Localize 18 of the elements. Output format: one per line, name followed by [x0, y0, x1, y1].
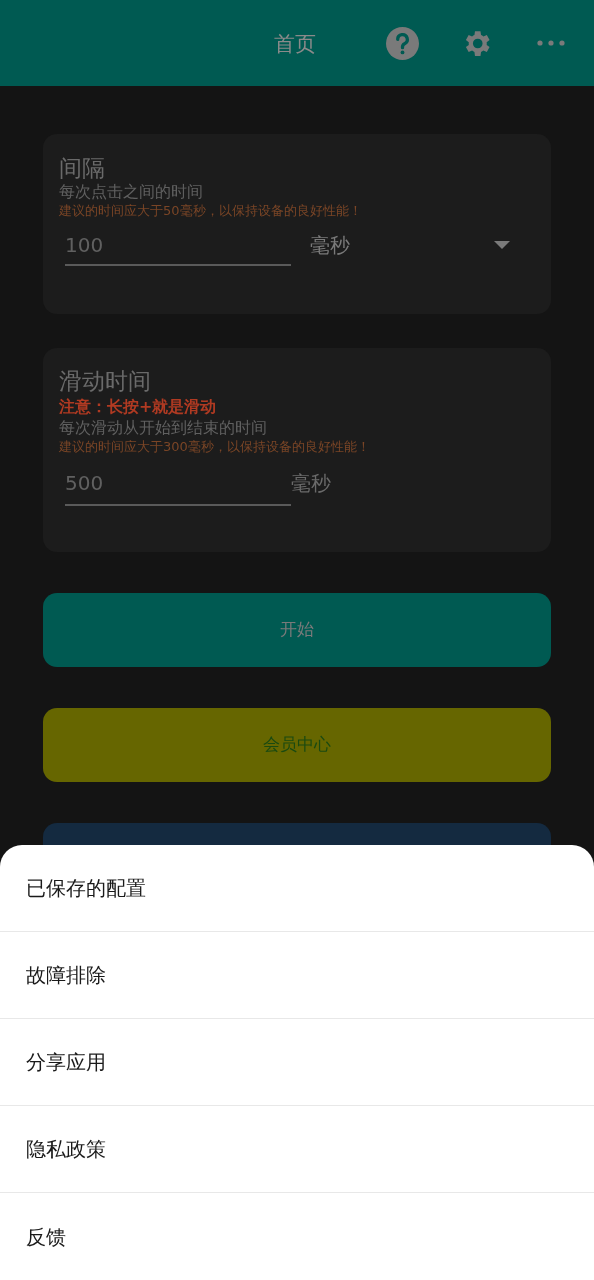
menu-item[interactable]: 反馈 — [0, 1193, 594, 1280]
menu-item[interactable]: 已保存的配置 — [0, 845, 594, 932]
card-title: 间隔 — [59, 154, 106, 182]
note-text: 注意：长按+就是滑动 — [59, 396, 218, 418]
warning-text: 建议的时间应大于300毫秒，以保持设备的良好性能！ — [59, 438, 371, 456]
unit-label: 毫秒 — [291, 470, 331, 497]
menu-item[interactable]: 分享应用 — [0, 1019, 594, 1106]
unit-dropdown[interactable]: 毫秒 — [310, 230, 510, 266]
menu-item[interactable]: 故障排除 — [0, 932, 594, 1019]
help-icon[interactable] — [386, 27, 419, 60]
card-title: 滑动时间 — [59, 367, 152, 396]
menu-item[interactable]: 隐私政策 — [0, 1106, 594, 1193]
more-icon[interactable] — [536, 39, 566, 47]
card-description: 每次点击之间的时间 — [59, 182, 204, 202]
page-title: 首页 — [274, 31, 316, 58]
warning-text: 建议的时间应大于50毫秒，以保持设备的良好性能！ — [59, 202, 363, 220]
dropdown-arrow-icon — [494, 241, 510, 249]
card-description: 每次滑动从开始到结束的时间 — [59, 418, 268, 438]
